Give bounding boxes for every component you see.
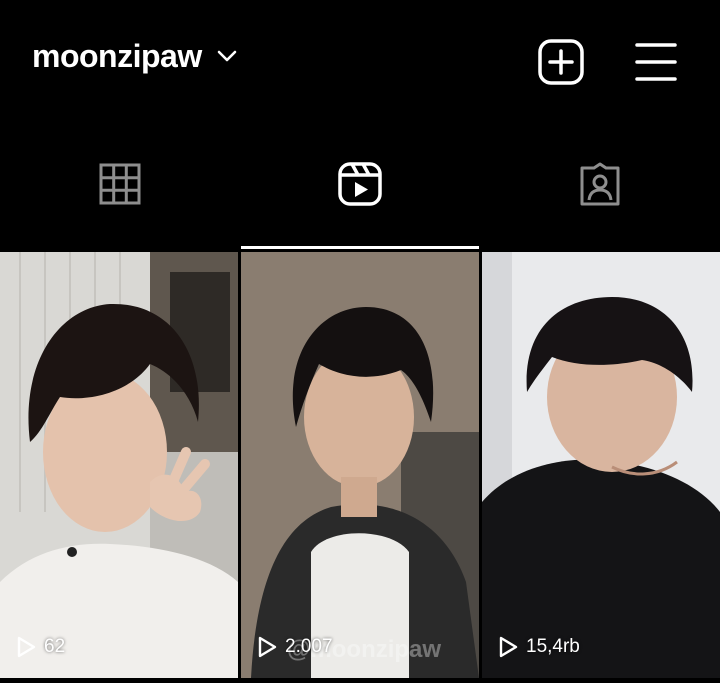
grid-icon: [99, 163, 141, 205]
profile-tabs: [0, 118, 720, 250]
reel-thumbnail[interactable]: 15,4rb: [482, 252, 720, 678]
grid-tab[interactable]: [0, 118, 240, 250]
reel-image: [241, 252, 479, 678]
profile-header: moonzipaw: [0, 0, 720, 119]
reels-tab[interactable]: [240, 118, 480, 250]
menu-button[interactable]: [634, 38, 678, 86]
view-count: 2.007: [257, 636, 333, 658]
add-post-button[interactable]: [537, 38, 585, 86]
view-count-label: 62: [44, 636, 66, 657]
reels-grid: 62 @moonzipaw 2.007 15,4rb: [0, 252, 720, 683]
play-icon: [258, 636, 277, 658]
reel-image: [482, 252, 720, 678]
view-count: 62: [16, 636, 65, 658]
view-count-label: 15,4rb: [526, 636, 580, 657]
add-post-icon: [538, 39, 584, 85]
menu-icon: [635, 43, 677, 81]
tagged-icon: [580, 162, 620, 206]
username: moonzipaw: [32, 38, 202, 74]
tagged-tab[interactable]: [480, 118, 720, 250]
reels-icon: [338, 162, 382, 206]
reel-image: [0, 252, 238, 678]
reel-thumbnail[interactable]: @moonzipaw 2.007: [241, 252, 479, 678]
play-icon: [499, 636, 518, 658]
active-tab-indicator: [241, 246, 479, 249]
reel-thumbnail[interactable]: 62: [0, 252, 238, 678]
chevron-down-icon: [216, 49, 238, 68]
view-count-label: 2.007: [285, 636, 333, 657]
view-count: 15,4rb: [498, 636, 580, 658]
play-icon: [17, 636, 36, 658]
account-switcher[interactable]: moonzipaw: [32, 38, 238, 75]
